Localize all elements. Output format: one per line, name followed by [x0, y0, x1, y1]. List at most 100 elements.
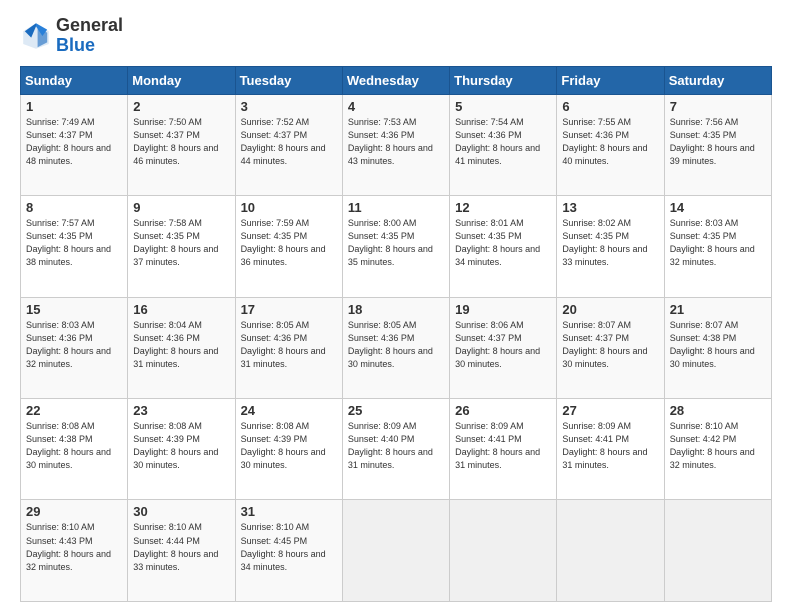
- weekday-header-saturday: Saturday: [664, 66, 771, 94]
- calendar-cell: 18 Sunrise: 8:05 AM Sunset: 4:36 PM Dayli…: [342, 297, 449, 398]
- calendar-cell: 11 Sunrise: 8:00 AM Sunset: 4:35 PM Dayli…: [342, 196, 449, 297]
- logo-text: General Blue: [56, 16, 123, 56]
- day-number: 16: [133, 302, 229, 317]
- day-info: Sunrise: 8:09 AM Sunset: 4:41 PM Dayligh…: [562, 420, 658, 472]
- day-number: 14: [670, 200, 766, 215]
- calendar-week-2: 8 Sunrise: 7:57 AM Sunset: 4:35 PM Daylig…: [21, 196, 772, 297]
- day-info: Sunrise: 8:07 AM Sunset: 4:38 PM Dayligh…: [670, 319, 766, 371]
- calendar-cell: 24 Sunrise: 8:08 AM Sunset: 4:39 PM Dayli…: [235, 399, 342, 500]
- day-number: 30: [133, 504, 229, 519]
- day-info: Sunrise: 8:10 AM Sunset: 4:43 PM Dayligh…: [26, 521, 122, 573]
- day-info: Sunrise: 7:57 AM Sunset: 4:35 PM Dayligh…: [26, 217, 122, 269]
- calendar-cell: 5 Sunrise: 7:54 AM Sunset: 4:36 PM Daylig…: [450, 94, 557, 195]
- day-number: 2: [133, 99, 229, 114]
- weekday-header-sunday: Sunday: [21, 66, 128, 94]
- calendar-cell: 28 Sunrise: 8:10 AM Sunset: 4:42 PM Dayli…: [664, 399, 771, 500]
- day-number: 10: [241, 200, 337, 215]
- logo: General Blue: [20, 16, 123, 56]
- day-info: Sunrise: 8:10 AM Sunset: 4:44 PM Dayligh…: [133, 521, 229, 573]
- logo-icon: [20, 20, 52, 52]
- calendar-cell: 27 Sunrise: 8:09 AM Sunset: 4:41 PM Dayli…: [557, 399, 664, 500]
- day-info: Sunrise: 8:01 AM Sunset: 4:35 PM Dayligh…: [455, 217, 551, 269]
- day-info: Sunrise: 8:08 AM Sunset: 4:38 PM Dayligh…: [26, 420, 122, 472]
- calendar-cell: 8 Sunrise: 7:57 AM Sunset: 4:35 PM Daylig…: [21, 196, 128, 297]
- weekday-header-friday: Friday: [557, 66, 664, 94]
- calendar-cell: 21 Sunrise: 8:07 AM Sunset: 4:38 PM Dayli…: [664, 297, 771, 398]
- calendar-body: 1 Sunrise: 7:49 AM Sunset: 4:37 PM Daylig…: [21, 94, 772, 601]
- day-number: 27: [562, 403, 658, 418]
- day-info: Sunrise: 7:55 AM Sunset: 4:36 PM Dayligh…: [562, 116, 658, 168]
- day-number: 5: [455, 99, 551, 114]
- day-number: 18: [348, 302, 444, 317]
- day-info: Sunrise: 7:56 AM Sunset: 4:35 PM Dayligh…: [670, 116, 766, 168]
- calendar-week-3: 15 Sunrise: 8:03 AM Sunset: 4:36 PM Dayli…: [21, 297, 772, 398]
- day-info: Sunrise: 8:03 AM Sunset: 4:36 PM Dayligh…: [26, 319, 122, 371]
- day-info: Sunrise: 7:52 AM Sunset: 4:37 PM Dayligh…: [241, 116, 337, 168]
- calendar-week-5: 29 Sunrise: 8:10 AM Sunset: 4:43 PM Dayli…: [21, 500, 772, 602]
- calendar-cell: 31Sunrise: 8:10 AM Sunset: 4:45 PM Dayli…: [235, 500, 342, 602]
- day-number: 1: [26, 99, 122, 114]
- calendar-cell: 1 Sunrise: 7:49 AM Sunset: 4:37 PM Daylig…: [21, 94, 128, 195]
- day-number: 23: [133, 403, 229, 418]
- weekday-header-monday: Monday: [128, 66, 235, 94]
- day-info: Sunrise: 8:05 AM Sunset: 4:36 PM Dayligh…: [348, 319, 444, 371]
- day-number: 4: [348, 99, 444, 114]
- day-number: 29: [26, 504, 122, 519]
- day-info: Sunrise: 7:49 AM Sunset: 4:37 PM Dayligh…: [26, 116, 122, 168]
- day-info: Sunrise: 7:58 AM Sunset: 4:35 PM Dayligh…: [133, 217, 229, 269]
- calendar-week-1: 1 Sunrise: 7:49 AM Sunset: 4:37 PM Daylig…: [21, 94, 772, 195]
- calendar-cell: 12 Sunrise: 8:01 AM Sunset: 4:35 PM Dayli…: [450, 196, 557, 297]
- day-info: Sunrise: 8:07 AM Sunset: 4:37 PM Dayligh…: [562, 319, 658, 371]
- calendar-cell: [342, 500, 449, 602]
- calendar-cell: 23Sunrise: 8:08 AM Sunset: 4:39 PM Dayli…: [128, 399, 235, 500]
- day-number: 15: [26, 302, 122, 317]
- day-number: 19: [455, 302, 551, 317]
- day-info: Sunrise: 8:10 AM Sunset: 4:45 PM Dayligh…: [241, 521, 337, 573]
- calendar-table: SundayMondayTuesdayWednesdayThursdayFrid…: [20, 66, 772, 602]
- calendar-cell: 17 Sunrise: 8:05 AM Sunset: 4:36 PM Dayli…: [235, 297, 342, 398]
- header: General Blue: [20, 16, 772, 56]
- day-info: Sunrise: 8:05 AM Sunset: 4:36 PM Dayligh…: [241, 319, 337, 371]
- calendar-cell: 16 Sunrise: 8:04 AM Sunset: 4:36 PM Dayli…: [128, 297, 235, 398]
- calendar-cell: 20 Sunrise: 8:07 AM Sunset: 4:37 PM Dayli…: [557, 297, 664, 398]
- day-number: 22: [26, 403, 122, 418]
- calendar-cell: 4 Sunrise: 7:53 AM Sunset: 4:36 PM Daylig…: [342, 94, 449, 195]
- day-info: Sunrise: 7:50 AM Sunset: 4:37 PM Dayligh…: [133, 116, 229, 168]
- calendar-cell: 19 Sunrise: 8:06 AM Sunset: 4:37 PM Dayli…: [450, 297, 557, 398]
- day-info: Sunrise: 8:09 AM Sunset: 4:40 PM Dayligh…: [348, 420, 444, 472]
- calendar-cell: 10Sunrise: 7:59 AM Sunset: 4:35 PM Dayli…: [235, 196, 342, 297]
- day-number: 6: [562, 99, 658, 114]
- day-number: 21: [670, 302, 766, 317]
- day-number: 20: [562, 302, 658, 317]
- day-number: 11: [348, 200, 444, 215]
- day-info: Sunrise: 7:53 AM Sunset: 4:36 PM Dayligh…: [348, 116, 444, 168]
- calendar-cell: [664, 500, 771, 602]
- day-number: 17: [241, 302, 337, 317]
- day-info: Sunrise: 7:54 AM Sunset: 4:36 PM Dayligh…: [455, 116, 551, 168]
- day-number: 8: [26, 200, 122, 215]
- calendar-cell: 2 Sunrise: 7:50 AM Sunset: 4:37 PM Daylig…: [128, 94, 235, 195]
- day-info: Sunrise: 8:00 AM Sunset: 4:35 PM Dayligh…: [348, 217, 444, 269]
- day-number: 24: [241, 403, 337, 418]
- day-number: 12: [455, 200, 551, 215]
- calendar-cell: [450, 500, 557, 602]
- day-info: Sunrise: 8:06 AM Sunset: 4:37 PM Dayligh…: [455, 319, 551, 371]
- calendar-cell: 9 Sunrise: 7:58 AM Sunset: 4:35 PM Daylig…: [128, 196, 235, 297]
- day-info: Sunrise: 8:08 AM Sunset: 4:39 PM Dayligh…: [241, 420, 337, 472]
- calendar-cell: 30 Sunrise: 8:10 AM Sunset: 4:44 PM Dayli…: [128, 500, 235, 602]
- calendar-cell: 13Sunrise: 8:02 AM Sunset: 4:35 PM Dayli…: [557, 196, 664, 297]
- day-number: 26: [455, 403, 551, 418]
- calendar-cell: 25Sunrise: 8:09 AM Sunset: 4:40 PM Dayli…: [342, 399, 449, 500]
- day-info: Sunrise: 8:10 AM Sunset: 4:42 PM Dayligh…: [670, 420, 766, 472]
- day-info: Sunrise: 8:04 AM Sunset: 4:36 PM Dayligh…: [133, 319, 229, 371]
- day-number: 9: [133, 200, 229, 215]
- weekday-header-wednesday: Wednesday: [342, 66, 449, 94]
- page: General Blue SundayMondayTuesdayWednesda…: [0, 0, 792, 612]
- calendar-cell: 7 Sunrise: 7:56 AM Sunset: 4:35 PM Daylig…: [664, 94, 771, 195]
- day-number: 7: [670, 99, 766, 114]
- calendar-cell: [557, 500, 664, 602]
- weekday-header-tuesday: Tuesday: [235, 66, 342, 94]
- calendar-week-4: 22 Sunrise: 8:08 AM Sunset: 4:38 PM Dayli…: [21, 399, 772, 500]
- day-number: 28: [670, 403, 766, 418]
- day-info: Sunrise: 8:02 AM Sunset: 4:35 PM Dayligh…: [562, 217, 658, 269]
